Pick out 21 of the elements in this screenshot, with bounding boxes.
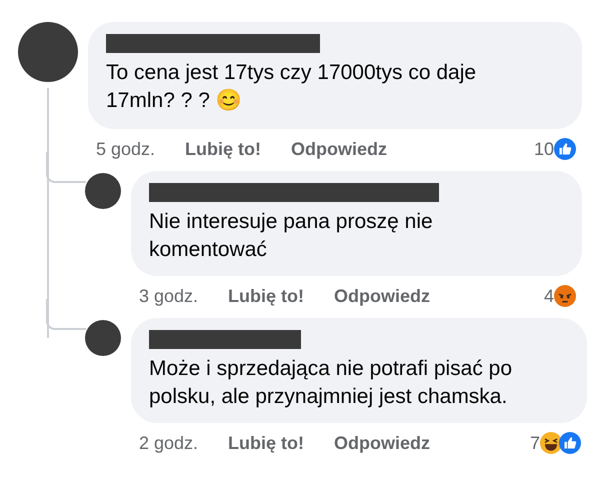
avatar[interactable] (85, 173, 121, 209)
timestamp[interactable]: 5 godz. (96, 138, 156, 160)
reply-link[interactable]: Odpowiedz (334, 286, 430, 306)
reaction-count[interactable]: 4 (544, 286, 554, 306)
comment-text: To cena jest 17tys czy 17000tys co daje 17mln? ? ? 😊 (106, 60, 478, 114)
timestamp[interactable]: 3 godz. (139, 286, 198, 306)
avatar[interactable] (85, 320, 121, 356)
laughing-face-icon (540, 432, 562, 454)
comment-text: Nie interesuje pana proszę nie komentować (149, 209, 434, 263)
reply-link[interactable]: Odpowiedz (291, 138, 388, 160)
thumbs-up-icon (554, 138, 576, 160)
reaction-count[interactable]: 10 (534, 138, 554, 160)
comment-text: Może i sprzedająca nie potrafi pisać po polsku, ale przynajmniej jest chamska. (149, 356, 514, 410)
reply-link[interactable]: Odpowiedz (334, 432, 430, 454)
reaction-count[interactable]: 7 (530, 432, 540, 454)
like-link[interactable]: Lubię to! (228, 286, 304, 306)
timestamp[interactable]: 2 godz. (139, 432, 198, 454)
like-link[interactable]: Lubię to! (228, 432, 304, 454)
angry-face-icon (554, 285, 576, 307)
thumbs-up-icon (559, 432, 581, 454)
like-link[interactable]: Lubię to! (185, 138, 262, 160)
